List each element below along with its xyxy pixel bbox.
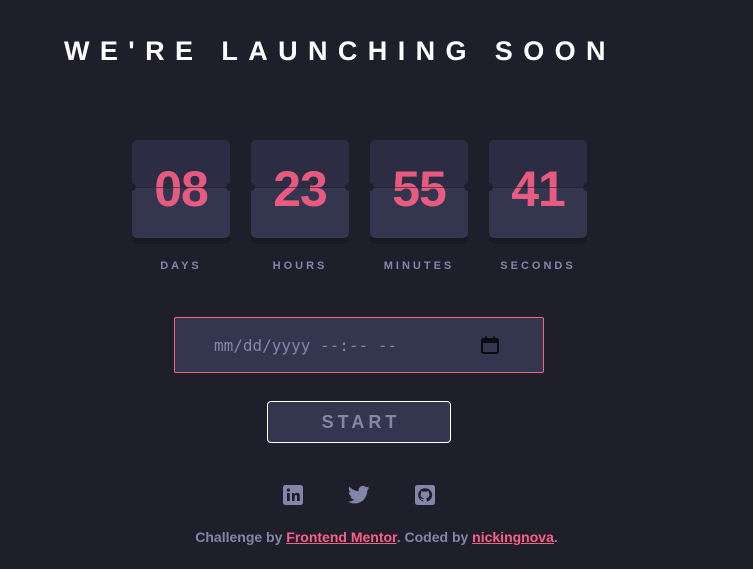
countdown-minutes: 55 MINUTES bbox=[370, 140, 468, 272]
github-icon[interactable] bbox=[415, 485, 435, 505]
countdown-seconds: 41 SECONDS bbox=[489, 140, 587, 272]
page-title: WE'RE LAUNCHING SOON bbox=[64, 36, 616, 66]
countdown-timer: 08 DAYS 23 HOURS 55 MINUTES 41 SECONDS bbox=[132, 140, 588, 280]
minutes-label: MINUTES bbox=[383, 260, 455, 272]
attribution-middle: . Coded by bbox=[396, 529, 473, 545]
hours-label: HOURS bbox=[272, 260, 328, 272]
calendar-icon[interactable] bbox=[480, 335, 500, 355]
seconds-label: SECONDS bbox=[500, 260, 576, 272]
author-link[interactable]: nickingnova bbox=[472, 529, 554, 545]
hours-value: 23 bbox=[273, 161, 328, 217]
seconds-value: 41 bbox=[511, 161, 566, 217]
start-button[interactable]: START bbox=[267, 401, 451, 443]
days-value: 08 bbox=[154, 161, 209, 217]
flip-card: 55 bbox=[370, 140, 468, 238]
flip-card: 08 bbox=[132, 140, 230, 238]
attribution-prefix: Challenge by bbox=[195, 529, 287, 545]
countdown-days: 08 DAYS bbox=[132, 140, 230, 272]
attribution: Challenge by Frontend Mentor. Coded by n… bbox=[0, 529, 753, 545]
flip-card: 23 bbox=[251, 140, 349, 238]
countdown-hours: 23 HOURS bbox=[251, 140, 349, 272]
flip-card: 41 bbox=[489, 140, 587, 238]
frontend-mentor-link[interactable]: Frontend Mentor bbox=[286, 529, 396, 545]
twitter-icon[interactable] bbox=[348, 485, 370, 505]
minutes-value: 55 bbox=[392, 161, 447, 217]
attribution-suffix: . bbox=[553, 529, 558, 545]
linkedin-icon[interactable] bbox=[283, 485, 303, 505]
days-label: DAYS bbox=[160, 260, 202, 272]
